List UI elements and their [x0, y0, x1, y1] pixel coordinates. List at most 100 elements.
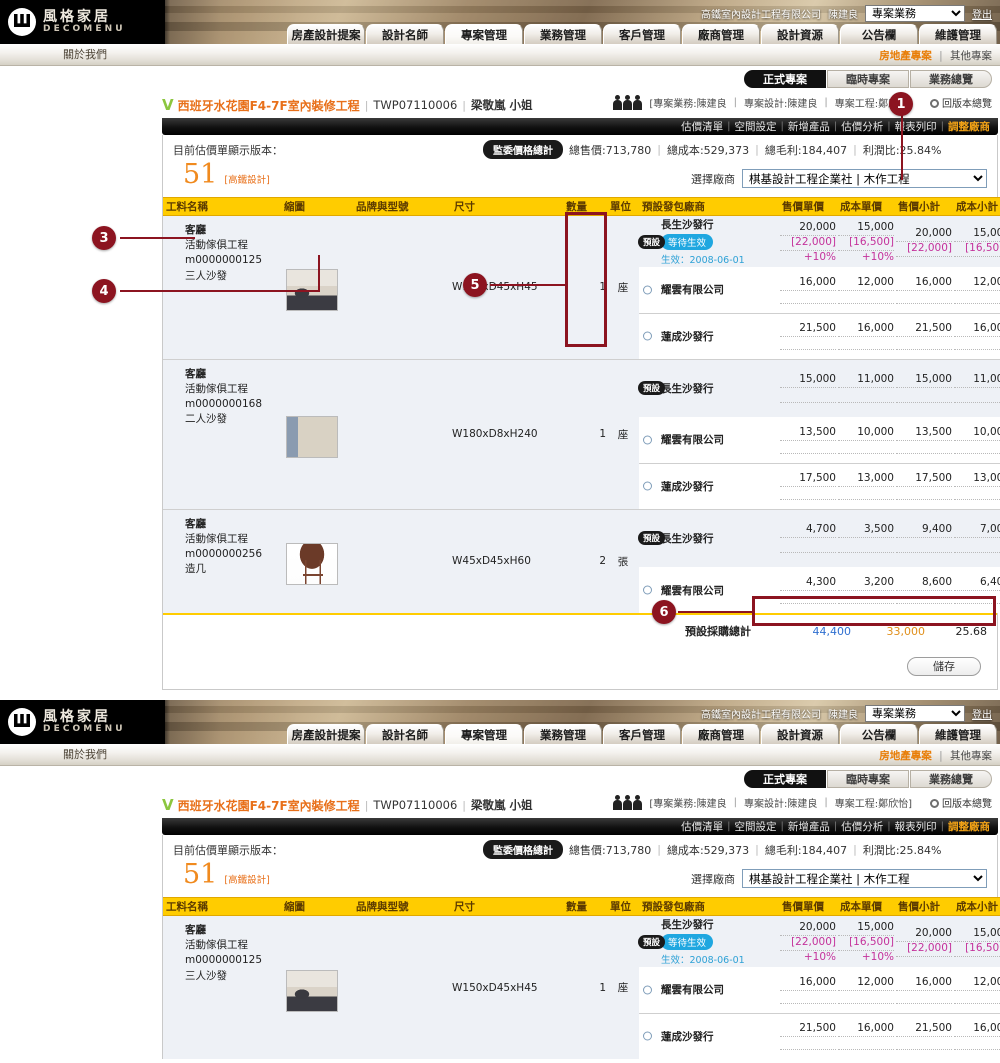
tab-temp-project[interactable]: 臨時專案: [827, 770, 909, 788]
sofa-3seat-thumb[interactable]: [286, 969, 338, 1012]
nav-tab-0[interactable]: 房產設計提案: [287, 24, 365, 44]
vendor-cell[interactable]: 耀雲有限公司: [639, 967, 779, 1013]
toolbar-space-setting[interactable]: 空間設定: [735, 819, 777, 834]
summary-badge: 監委價格總計: [483, 140, 563, 159]
nav-tab-7[interactable]: 公告欄: [840, 24, 918, 44]
sofa-2seat-thumb[interactable]: [286, 416, 338, 458]
about-us-link[interactable]: 關於我們: [63, 46, 107, 62]
unit-price: 20,000: [799, 220, 836, 233]
toolbar-estimate-list[interactable]: 估價清單: [681, 819, 723, 834]
vendor-select-open[interactable]: 棋基設計工程企業社 | 木作工程: [742, 869, 987, 888]
vendor-name: 耀雲有限公司: [661, 984, 724, 997]
nav-tab-8[interactable]: 維護管理: [919, 724, 997, 744]
link-other-project[interactable]: 其他專案: [950, 50, 992, 62]
table-row[interactable]: 客廳 活動傢俱工程 m0000000125 三人沙發 W150xD45xH45 …: [163, 915, 1000, 1059]
vendor-radio[interactable]: [643, 331, 652, 341]
nav-tab-6[interactable]: 設計資源: [761, 724, 839, 744]
stat-margin-label: 利潤比: [862, 843, 896, 857]
nav-tab-3[interactable]: 業務管理: [524, 24, 602, 44]
nav-tab-3[interactable]: 業務管理: [524, 724, 602, 744]
toolbar-adjust-vendor[interactable]: 調整廠商: [948, 119, 990, 134]
project-type-tab-zone: 正式專案 臨時專案 業務總覽: [0, 766, 1000, 792]
vendor-cell-default[interactable]: 預設 長生沙發行: [638, 508, 779, 567]
logout-link[interactable]: 登出: [972, 6, 992, 21]
toolbar-space-setting[interactable]: 空間設定: [735, 119, 777, 134]
tab-formal-project[interactable]: 正式專案: [744, 70, 826, 88]
about-us-link[interactable]: 關於我們: [63, 746, 107, 762]
back-to-version-overview-label: 回版本總覽: [942, 99, 992, 110]
nav-tab-1[interactable]: 設計名師: [366, 24, 444, 44]
nav-tab-5[interactable]: 廠商管理: [682, 724, 760, 744]
stat-margin-value: 25.84%: [899, 143, 942, 157]
vendor-radio[interactable]: [643, 285, 652, 295]
back-to-version-overview[interactable]: 回版本總覽: [930, 795, 992, 810]
back-to-version-overview[interactable]: 回版本總覽: [930, 95, 992, 110]
item-qty: 1: [563, 915, 607, 1059]
nav-tab-5[interactable]: 廠商管理: [682, 24, 760, 44]
toolbar-estimate-list[interactable]: 估價清單: [681, 119, 723, 134]
tab-temp-project[interactable]: 臨時專案: [827, 70, 909, 88]
nav-tab-4[interactable]: 客戶管理: [603, 724, 681, 744]
vendor-name: 耀雲有限公司: [661, 434, 724, 447]
vendor-cell[interactable]: 耀雲有限公司: [639, 417, 779, 463]
tab-formal-project[interactable]: 正式專案: [744, 770, 826, 788]
vendor-cell[interactable]: 耀雲有限公司: [639, 267, 779, 313]
vendor-cell-default[interactable]: 預設 長生沙發行 等待生效 生效：2008-06-01: [638, 215, 779, 267]
nav-tab-2[interactable]: 專案管理: [445, 24, 523, 44]
table-row[interactable]: 客廳 活動傢俱工程 m0000000168 二人沙發 W180xD8xH240 …: [163, 358, 1000, 509]
role-select[interactable]: 專案業務: [865, 705, 965, 722]
save-button[interactable]: 儲存: [907, 657, 981, 676]
vendor-radio[interactable]: [643, 1031, 652, 1041]
version-line: 目前估價單顯示版本： 監委價格總計 總售價:713,780 | 總成本:529,…: [163, 835, 997, 861]
company-name: 高鐵室內設計工程有限公司: [701, 710, 821, 721]
logout-link[interactable]: 登出: [972, 706, 992, 721]
version-tag: [高鐵設計]: [224, 875, 270, 886]
vendor-name: 長生沙發行: [661, 382, 714, 395]
nav-tab-7[interactable]: 公告欄: [840, 724, 918, 744]
nav-tab-4[interactable]: 客戶管理: [603, 24, 681, 44]
toolbar-adjust-vendor[interactable]: 調整廠商: [948, 819, 990, 834]
vendor-picker: 選擇廠商 棋基設計工程企業社 | 木作工程: [691, 869, 987, 888]
nav-tab-0[interactable]: 房產設計提案: [287, 724, 365, 744]
toolbar-estimate-analysis[interactable]: 估價分析: [841, 819, 883, 834]
vendor-radio[interactable]: [643, 985, 652, 995]
vendor-cell[interactable]: 蓮成沙發行: [639, 462, 779, 509]
unit-cost: 16,000: [857, 322, 894, 334]
side-table-thumb[interactable]: [286, 543, 338, 586]
vendor-cell-default[interactable]: 預設 長生沙發行 等待生效 生效：2008-06-01: [638, 915, 779, 967]
toolbar-add-product[interactable]: 新增產品: [788, 119, 830, 134]
vendor-cell-default[interactable]: 預設 長生沙發行: [638, 358, 779, 417]
nav-tab-1[interactable]: 設計名師: [366, 724, 444, 744]
callout-leader: [901, 110, 903, 180]
toolbar-add-product[interactable]: 新增產品: [788, 819, 830, 834]
vendor-select[interactable]: 棋基設計工程企業社 | 木作工程: [742, 169, 987, 188]
item-unit: 座: [607, 215, 639, 359]
link-realestate-project[interactable]: 房地產專案: [879, 750, 932, 762]
tab-business-overview[interactable]: 業務總覽: [910, 70, 992, 88]
project-type-tab-zone: 正式專案 臨時專案 業務總覽: [0, 66, 1000, 92]
vendor-radio[interactable]: [643, 585, 652, 595]
role-select[interactable]: 專案業務: [865, 5, 965, 22]
nav-tab-2[interactable]: 專案管理: [445, 724, 523, 744]
cost-unit-cell: 11,000: [837, 358, 895, 417]
tab-business-overview[interactable]: 業務總覽: [910, 770, 992, 788]
link-other-project[interactable]: 其他專案: [950, 750, 992, 762]
nav-tab-8[interactable]: 維護管理: [919, 24, 997, 44]
project-type-tabs: 正式專案 臨時專案 業務總覽: [744, 70, 992, 88]
vendor-cell[interactable]: 蓮成沙發行: [639, 1012, 779, 1059]
vendor-radio[interactable]: [643, 481, 652, 491]
nav-tab-6[interactable]: 設計資源: [761, 24, 839, 44]
col-brand-model: 品牌與型號: [353, 897, 451, 916]
unit-price: 16,000: [799, 275, 836, 288]
vendor-cell[interactable]: 蓮成沙發行: [639, 312, 779, 359]
cost-subtotal: 10,000: [973, 425, 1000, 438]
item-info-cell: 客廳 活動傢俱工程 m0000000125 三人沙發: [163, 915, 281, 1059]
estimate-content: 目前估價單顯示版本： 監委價格總計 總售價:713,780 | 總成本:529,…: [162, 835, 1000, 1059]
unit-price-pct: +10%: [803, 250, 836, 263]
toolbar-estimate-analysis[interactable]: 估價分析: [841, 119, 883, 134]
vendor-radio[interactable]: [643, 435, 652, 445]
table-row[interactable]: 客廳 活動傢俱工程 m0000000256 造几 W45xD45xH60 2 張: [163, 508, 1000, 613]
link-realestate-project[interactable]: 房地產專案: [879, 50, 932, 62]
price-subtotal: 15,000: [915, 373, 952, 386]
toolbar-report-print[interactable]: 報表列印: [895, 819, 937, 834]
